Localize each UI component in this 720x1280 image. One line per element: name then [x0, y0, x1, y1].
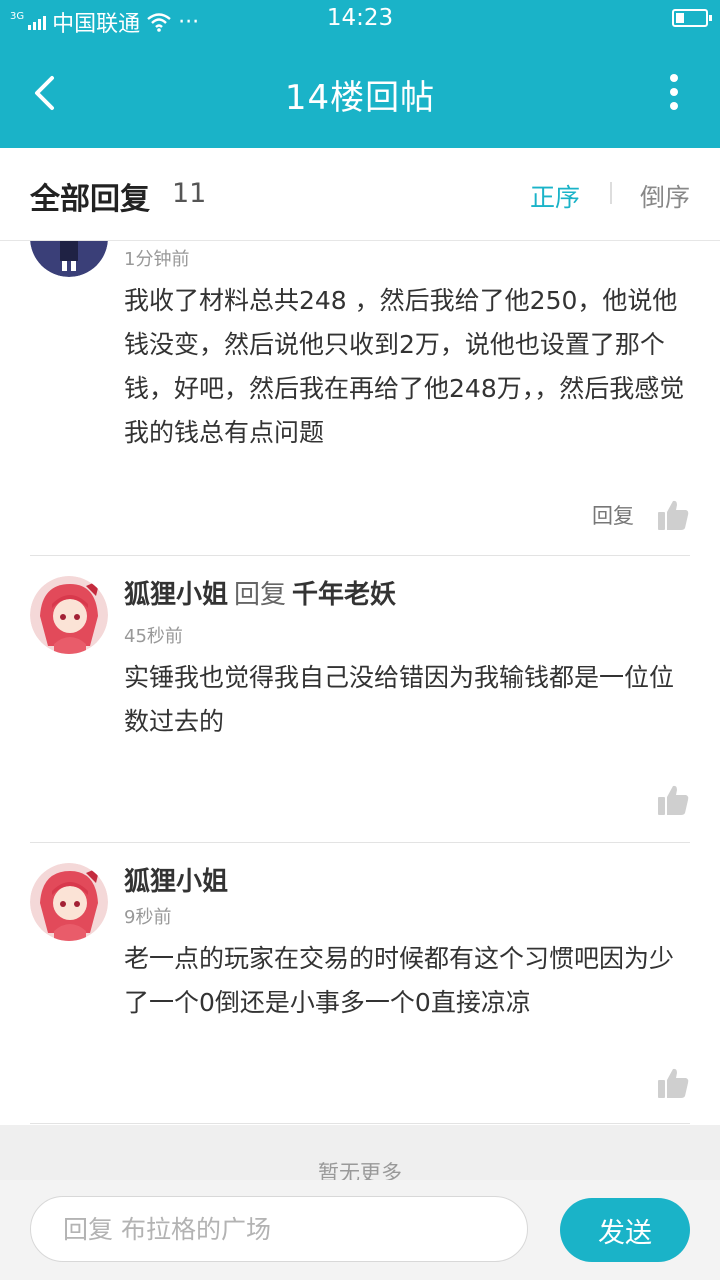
reply-header: 全部回复 11 正序 倒序	[0, 148, 720, 241]
sort-divider	[610, 182, 612, 204]
reply-input-bar: 发送	[0, 1180, 720, 1280]
reply-name-line: 狐狸小姐 回复 千年老妖	[124, 574, 396, 611]
reply-input-wrapper	[30, 1196, 528, 1262]
all-replies-label: 全部回复	[30, 182, 150, 217]
sort-asc-button[interactable]: 正序	[530, 178, 580, 214]
reply-button[interactable]: 回复	[592, 500, 634, 530]
sort-desc-button[interactable]: 倒序	[640, 178, 690, 214]
reply-actions: 回复	[592, 495, 690, 535]
reply-input[interactable]	[61, 1197, 505, 1261]
username[interactable]: 狐狸小姐	[124, 580, 228, 610]
avatar[interactable]	[30, 241, 108, 277]
reply-count: 11	[172, 178, 207, 209]
send-button[interactable]: 发送	[560, 1198, 690, 1262]
thumbs-up-icon[interactable]	[656, 498, 690, 532]
status-bar: 3G 中国联通 ··· 14:23	[0, 0, 720, 38]
reply-content: 老一点的玩家在交易的时候都有这个习惯吧因为少了一个0倒还是小事多一个0直接凉凉	[124, 944, 675, 1017]
more-options-button[interactable]	[664, 74, 684, 114]
reply-list[interactable]: 1分钟前 我收了材料总共248 ，然后我给了他250，他说他钱没变，然后说他只收…	[0, 241, 720, 1125]
reply-target-username[interactable]: 千年老妖	[292, 580, 396, 610]
reply-item: 1分钟前 我收了材料总共248 ，然后我给了他250，他说他钱没变，然后说他只收…	[0, 241, 720, 555]
reply-item: 狐狸小姐 9秒前 老一点的玩家在交易的时候都有这个习惯吧因为少了一个0倒还是小事…	[0, 843, 720, 1125]
avatar[interactable]	[30, 576, 108, 654]
reply-time: 1分钟前	[124, 249, 190, 270]
reply-word: 回复	[234, 580, 287, 610]
reply-actions	[656, 1063, 690, 1103]
username[interactable]: 狐狸小姐	[124, 867, 228, 897]
reply-time: 9秒前	[124, 907, 172, 928]
reply-time: 45秒前	[124, 626, 183, 647]
page-title: 14楼回帖	[284, 78, 436, 118]
avatar[interactable]	[30, 863, 108, 941]
reply-name-line: 狐狸小姐	[124, 861, 228, 898]
status-time: 14:23	[326, 5, 394, 31]
battery-icon	[672, 9, 712, 27]
thumbs-up-icon[interactable]	[656, 783, 690, 817]
reply-item: 狐狸小姐 回复 千年老妖 45秒前 实锤我也觉得我自己没给错因为我输钱都是一位位数过…	[0, 556, 720, 842]
reply-divider	[30, 1123, 690, 1124]
thumbs-up-icon[interactable]	[656, 1066, 690, 1100]
reply-content: 我收了材料总共248 ，然后我给了他250，他说他钱没变，然后说他只收到2万，说…	[124, 286, 685, 447]
nav-bar: 14楼回帖	[0, 38, 720, 148]
reply-actions	[656, 780, 690, 820]
more-vertical-icon	[664, 74, 684, 110]
reply-content: 实锤我也觉得我自己没给错因为我输钱都是一位位数过去的	[124, 663, 675, 736]
